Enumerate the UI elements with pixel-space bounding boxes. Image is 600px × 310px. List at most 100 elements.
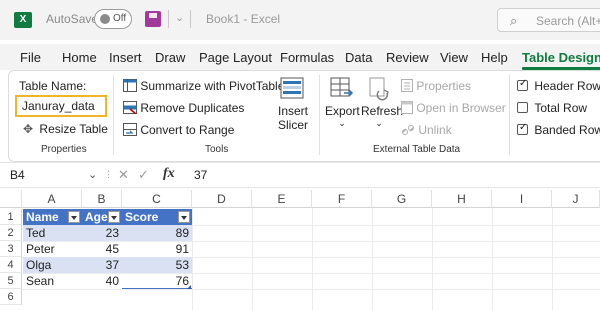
export-dropdown-icon: ⌄	[338, 118, 346, 128]
table-cell[interactable]: 40	[82, 273, 122, 289]
table-cell[interactable]: 23	[82, 225, 122, 241]
export-button[interactable]: Export ⌄	[325, 77, 360, 139]
export-label: Export	[325, 104, 360, 118]
header-row-option[interactable]: Header Row	[517, 78, 600, 93]
resize-table-button[interactable]: ✥ Resize Table	[23, 122, 108, 136]
cancel-icon[interactable]: ✕	[118, 167, 129, 183]
insert-slicer-button[interactable]: Insert Slicer	[273, 77, 313, 137]
ribbon-divider	[113, 75, 114, 155]
convert-to-range-label: Convert to Range	[140, 123, 235, 137]
tab-draw[interactable]: Draw	[155, 50, 185, 65]
table-header-cell[interactable]: Age	[82, 209, 122, 225]
column-header[interactable]: B	[82, 190, 122, 208]
table-header-cell[interactable]: Name	[23, 209, 82, 225]
row-header[interactable]: 2	[0, 225, 22, 241]
ribbon-divider	[319, 75, 320, 155]
filter-dropdown-icon[interactable]	[108, 211, 120, 223]
open-in-browser-button[interactable]: Open in Browser	[401, 101, 506, 115]
banded-rows-option[interactable]: Banded Rows	[517, 122, 600, 137]
tab-data[interactable]: Data	[345, 50, 372, 65]
titlebar-divider	[168, 10, 169, 28]
more-icon: ⋮	[104, 169, 113, 179]
table-cell[interactable]: 76	[122, 273, 192, 289]
filter-dropdown-icon[interactable]	[68, 211, 80, 223]
search-box[interactable]: ⌕ Search (Alt+	[497, 8, 600, 32]
table-cell[interactable]: Ted	[23, 225, 82, 241]
tab-file[interactable]: File	[20, 50, 41, 65]
table-name-input[interactable]	[15, 95, 107, 117]
column-header[interactable]: E	[252, 190, 312, 208]
tab-insert[interactable]: Insert	[109, 50, 142, 65]
table-header-label: Score	[125, 210, 159, 224]
row-header[interactable]: 6	[0, 289, 22, 305]
enter-icon[interactable]: ✓	[138, 167, 149, 183]
properties-icon	[401, 79, 413, 92]
select-all-corner[interactable]	[0, 190, 22, 208]
column-header[interactable]: G	[372, 190, 432, 208]
ribbon-panel: Table Name: ✥ Resize Table Properties Su…	[8, 70, 600, 162]
summarize-pivottable-label: Summarize with PivotTable	[140, 79, 285, 93]
tab-home[interactable]: Home	[62, 50, 97, 65]
column-header[interactable]: H	[432, 190, 492, 208]
table-cell[interactable]: 91	[122, 241, 192, 257]
row-header[interactable]: 1	[0, 209, 22, 225]
table-cell[interactable]: 53	[122, 257, 192, 273]
refresh-label: Refresh	[361, 104, 404, 118]
tab-table-design[interactable]: Table Design	[522, 50, 600, 70]
tab-formulas[interactable]: Formulas	[280, 50, 334, 65]
properties-button[interactable]: Properties	[401, 79, 471, 93]
gridline	[432, 208, 433, 310]
column-header[interactable]: F	[312, 190, 372, 208]
table-header-cell[interactable]: Score	[122, 209, 192, 225]
tab-view[interactable]: View	[440, 50, 468, 65]
autosave-toggle[interactable]: Off	[94, 9, 132, 29]
refresh-icon	[369, 77, 389, 101]
table-cell[interactable]: 89	[122, 225, 192, 241]
gridline	[312, 208, 313, 310]
tab-review[interactable]: Review	[386, 50, 429, 65]
summarize-pivottable-button[interactable]: Summarize with PivotTable	[123, 79, 284, 93]
tab-help[interactable]: Help	[481, 50, 508, 65]
name-box-dropdown-icon[interactable]: ⌄	[88, 168, 97, 181]
formula-input[interactable]: 37	[194, 168, 207, 182]
row-header[interactable]: 4	[0, 257, 22, 273]
insert-slicer-label-2: Slicer	[277, 118, 308, 132]
banded-rows-label: Banded Rows	[534, 123, 600, 137]
customize-qat-dropdown[interactable]: ⌄	[175, 11, 184, 24]
table-resize-handle[interactable]	[187, 285, 191, 289]
table-cell[interactable]: 37	[82, 257, 122, 273]
refresh-dropdown-icon: ⌄	[375, 118, 383, 128]
column-header[interactable]: I	[492, 190, 552, 208]
column-header[interactable]: D	[192, 190, 252, 208]
table-cell[interactable]: 45	[82, 241, 122, 257]
insert-function-icon[interactable]: fx	[163, 166, 175, 182]
header-row-checkbox[interactable]	[517, 78, 528, 91]
banded-rows-checkbox[interactable]	[517, 122, 528, 135]
table-header-label: Age	[85, 210, 108, 224]
table-cell[interactable]: Sean	[23, 273, 82, 289]
unlink-icon	[402, 125, 414, 135]
table-cell[interactable]: Peter	[23, 241, 82, 257]
row-header[interactable]: 5	[0, 273, 22, 289]
refresh-button[interactable]: Refresh ⌄	[361, 77, 404, 139]
unlink-label: Unlink	[418, 123, 452, 137]
workbook-title: Book1 - Excel	[206, 12, 281, 26]
unlink-button[interactable]: Unlink	[401, 123, 452, 137]
tab-page-layout[interactable]: Page Layout	[199, 50, 272, 65]
remove-duplicates-button[interactable]: Remove Duplicates	[123, 101, 244, 115]
open-in-browser-label: Open in Browser	[416, 101, 506, 115]
name-box[interactable]: B4	[8, 166, 92, 186]
column-header[interactable]: J	[552, 190, 600, 208]
column-header[interactable]: C	[122, 190, 192, 208]
column-header[interactable]: A	[22, 190, 82, 208]
save-icon[interactable]	[145, 11, 161, 27]
filter-dropdown-icon[interactable]	[178, 211, 190, 223]
convert-to-range-button[interactable]: Convert to Range	[123, 123, 234, 137]
table-name-label: Table Name:	[19, 79, 87, 93]
remove-duplicates-icon	[123, 101, 137, 115]
gridline	[252, 208, 253, 310]
table-cell[interactable]: Olga	[23, 257, 82, 273]
row-header[interactable]: 3	[0, 241, 22, 257]
total-row-checkbox[interactable]	[517, 102, 528, 113]
total-row-option[interactable]: Total Row	[517, 101, 587, 115]
